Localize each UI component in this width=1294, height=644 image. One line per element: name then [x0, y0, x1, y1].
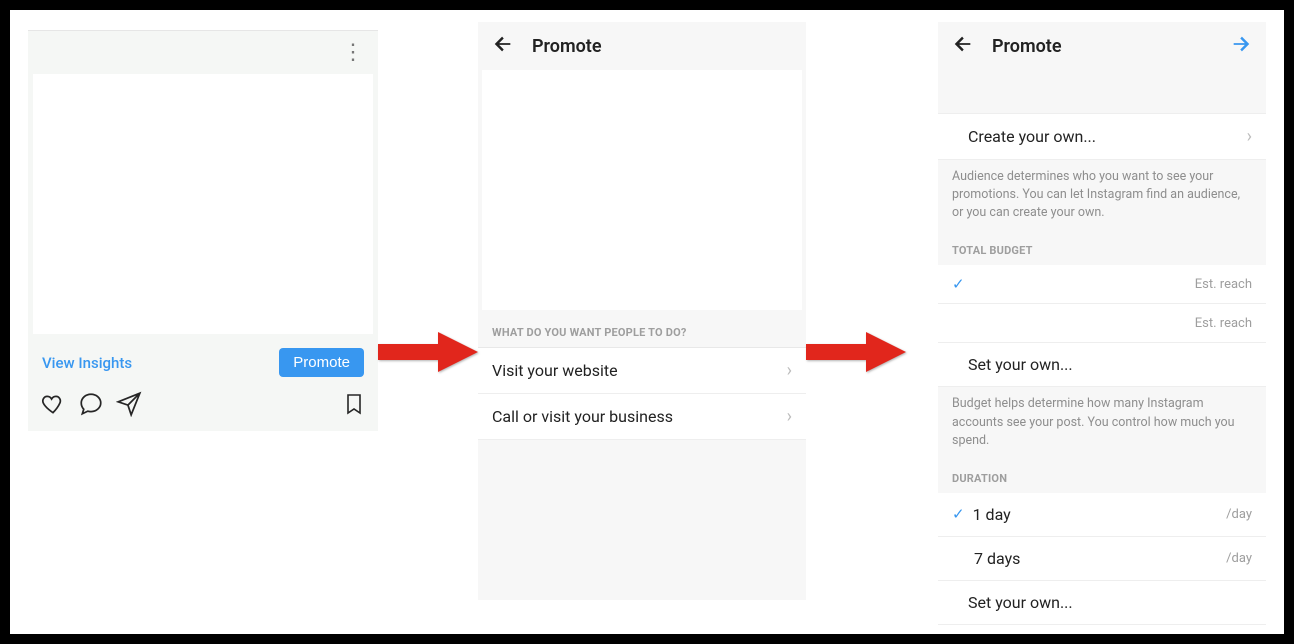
goal-option-label: Visit your website — [492, 361, 618, 380]
row-label: Set your own... — [968, 593, 1073, 612]
back-arrow-icon[interactable] — [952, 33, 974, 59]
tutorial-frame: ⋮ View Insights Promote — [0, 0, 1294, 644]
appbar-title: Promote — [532, 36, 602, 57]
appbar-title: Promote — [992, 36, 1062, 57]
check-icon: ✓ — [952, 275, 965, 293]
duration-set-own[interactable]: Set your own... — [938, 581, 1266, 625]
goal-option-call-business[interactable]: Call or visit your business › — [478, 394, 806, 440]
flow-arrow-2 — [806, 327, 906, 377]
budget-option-1[interactable]: ✓ Est. reach — [938, 265, 1266, 304]
chevron-right-icon: › — [787, 406, 792, 427]
duration-label: 1 day — [973, 505, 1011, 524]
heart-icon[interactable] — [40, 391, 66, 421]
promote-preview-placeholder — [482, 70, 802, 310]
post-image-placeholder — [33, 74, 373, 334]
view-insights-link[interactable]: View Insights — [42, 354, 132, 372]
post-panel: ⋮ View Insights Promote — [28, 30, 378, 431]
flow-arrow-1 — [378, 327, 478, 377]
post-topbar: ⋮ — [28, 30, 378, 74]
promote-settings-panel: Promote Create your own... › Audience de… — [938, 22, 1266, 625]
post-actions — [28, 387, 378, 431]
check-icon: ✓ — [952, 505, 965, 523]
audience-help-text: Audience determines who you want to see … — [938, 160, 1266, 234]
audience-create-own[interactable]: Create your own... › — [938, 114, 1266, 160]
est-reach-label: Est. reach — [1195, 316, 1252, 331]
appbar: Promote — [478, 22, 806, 70]
budget-section-label: TOTAL BUDGET — [938, 234, 1266, 265]
share-icon[interactable] — [116, 391, 142, 421]
panel2-filler — [478, 440, 806, 600]
goal-section-label: WHAT DO YOU WANT PEOPLE TO DO? — [478, 316, 806, 348]
chevron-right-icon: › — [787, 360, 792, 381]
goal-option-label: Call or visit your business — [492, 407, 673, 426]
duration-section-label: DURATION — [938, 462, 1266, 493]
duration-suffix: /day — [1226, 507, 1252, 522]
row-label: Create your own... — [968, 127, 1096, 146]
next-arrow-icon[interactable] — [1230, 33, 1252, 59]
est-reach-label: Est. reach — [1195, 277, 1252, 292]
chevron-right-icon: › — [1247, 126, 1252, 147]
budget-set-own[interactable]: Set your own... — [938, 343, 1266, 387]
budget-option-2[interactable]: ✓ Est. reach — [938, 304, 1266, 343]
back-arrow-icon[interactable] — [492, 33, 514, 59]
duration-option-1day[interactable]: ✓ 1 day /day — [938, 493, 1266, 537]
bookmark-icon[interactable] — [342, 392, 366, 420]
promote-button[interactable]: Promote — [279, 348, 364, 377]
promote-goal-panel: Promote WHAT DO YOU WANT PEOPLE TO DO? V… — [478, 22, 806, 600]
comment-icon[interactable] — [78, 391, 104, 421]
duration-label: 7 days — [974, 549, 1020, 568]
goal-option-visit-website[interactable]: Visit your website › — [478, 348, 806, 394]
appbar: Promote — [938, 22, 1266, 70]
duration-suffix: /day — [1226, 551, 1252, 566]
budget-help-text: Budget helps determine how many Instagra… — [938, 387, 1266, 461]
audience-selected-row — [938, 70, 1266, 114]
row-label: Set your own... — [968, 355, 1073, 374]
left-action-group — [40, 391, 142, 421]
duration-option-7days[interactable]: 7 days /day — [938, 537, 1266, 581]
insights-bar: View Insights Promote — [28, 340, 378, 387]
